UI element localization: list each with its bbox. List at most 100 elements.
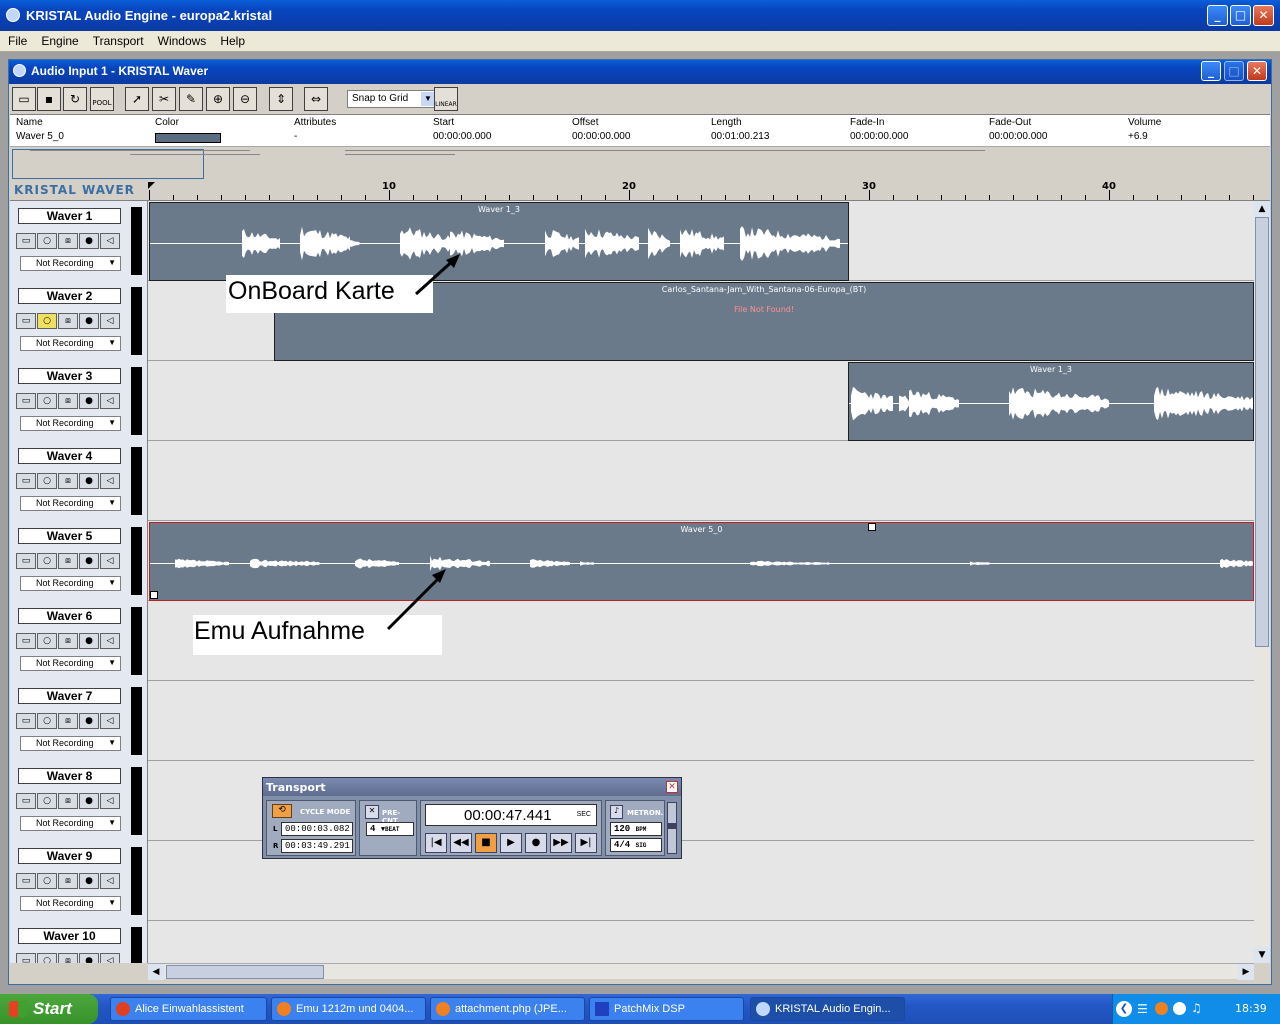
audio-clip[interactable]: Waver 1_3 xyxy=(149,202,849,281)
tempo-field[interactable]: 120 BPM xyxy=(610,822,662,836)
menu-help[interactable]: Help xyxy=(212,31,251,48)
track-fx-icon[interactable]: ⧈ xyxy=(58,713,78,729)
time-display[interactable]: 00:00:47.441 SEC xyxy=(425,804,597,826)
recording-status-select[interactable]: Not Recording ▼ xyxy=(20,656,121,671)
track-name[interactable]: Waver 10 xyxy=(18,928,121,944)
cycle-right-field[interactable]: 00:03:49.291 xyxy=(281,839,353,853)
go-to-end-icon[interactable]: ▶| xyxy=(575,833,597,853)
task-firefox-emu[interactable]: Emu 1212m und 0404... xyxy=(271,997,426,1021)
track-fx-icon[interactable]: ⧈ xyxy=(58,953,78,963)
track-monitor-icon[interactable]: ○ xyxy=(37,553,57,569)
linear-button[interactable]: LINEAR xyxy=(434,87,458,111)
track-monitor-icon[interactable]: ○ xyxy=(37,473,57,489)
task-firefox-attachment[interactable]: attachment.php (JPE... xyxy=(430,997,585,1021)
recording-status-select[interactable]: Not Recording ▼ xyxy=(20,576,121,591)
track-name[interactable]: Waver 9 xyxy=(18,848,121,864)
rewind-icon[interactable]: ◀◀ xyxy=(450,833,472,853)
open-folder-icon[interactable]: ▭ xyxy=(12,87,36,111)
scroll-left-icon[interactable]: ◀ xyxy=(148,964,164,980)
track-record-arm-icon[interactable]: ● xyxy=(79,633,99,649)
track-record-arm-icon[interactable]: ● xyxy=(79,313,99,329)
scroll-down-icon[interactable]: ▼ xyxy=(1254,947,1270,963)
track-fx-icon[interactable]: ⧈ xyxy=(58,793,78,809)
horizontal-scrollbar[interactable]: ◀ ▶ xyxy=(148,963,1254,980)
tray-firefox-icon[interactable] xyxy=(1155,1002,1168,1015)
scroll-up-icon[interactable]: ▲ xyxy=(1254,201,1270,217)
recording-status-select[interactable]: Not Recording ▼ xyxy=(20,416,121,431)
track-speaker-icon[interactable]: ◁ xyxy=(100,313,120,329)
pointer-icon[interactable]: ➚ xyxy=(125,87,149,111)
track-fx-icon[interactable]: ⧈ xyxy=(58,553,78,569)
track-fx-icon[interactable]: ⧈ xyxy=(58,633,78,649)
track-monitor-icon[interactable]: ○ xyxy=(37,233,57,249)
track-row[interactable]: Waver 10▭○⧈●◁Not Recording▼ xyxy=(10,921,1254,963)
track-speaker-icon[interactable]: ◁ xyxy=(100,473,120,489)
track-record-arm-icon[interactable]: ● xyxy=(79,873,99,889)
zoom-out-icon[interactable]: ⊖ xyxy=(233,87,257,111)
track-input-icon[interactable]: ▭ xyxy=(16,873,36,889)
track-name[interactable]: Waver 7 xyxy=(18,688,121,704)
signature-field[interactable]: 4/4 SIG xyxy=(610,838,662,852)
snap-select[interactable]: Snap to Grid ▼ xyxy=(347,90,437,108)
track-record-arm-icon[interactable]: ● xyxy=(79,233,99,249)
task-kristal[interactable]: KRISTAL Audio Engin... xyxy=(750,997,905,1021)
play-icon[interactable]: ▶ xyxy=(500,833,522,853)
go-to-start-icon[interactable]: |◀ xyxy=(425,833,447,853)
overview-strip[interactable] xyxy=(10,146,1270,180)
vertical-scrollbar[interactable]: ▲ ▼ xyxy=(1254,201,1270,963)
track-input-icon[interactable]: ▭ xyxy=(16,793,36,809)
pool-button[interactable]: POOL xyxy=(90,87,114,111)
track-input-icon[interactable]: ▭ xyxy=(16,393,36,409)
scissors-icon[interactable]: ✂ xyxy=(152,87,176,111)
track-speaker-icon[interactable]: ◁ xyxy=(100,873,120,889)
child-maximize-button[interactable]: □ xyxy=(1224,61,1244,81)
track-record-arm-icon[interactable]: ● xyxy=(79,953,99,963)
transport-close-icon[interactable]: ✕ xyxy=(666,781,678,793)
track-name[interactable]: Waver 3 xyxy=(18,368,121,384)
track-monitor-icon[interactable]: ○ xyxy=(37,873,57,889)
start-button[interactable]: Start xyxy=(0,994,98,1024)
fast-forward-icon[interactable]: ▶▶ xyxy=(550,833,572,853)
tray-network-icon[interactable]: ☰ xyxy=(1137,1002,1148,1016)
clip-color-swatch[interactable] xyxy=(155,133,221,143)
record-icon[interactable]: ● xyxy=(525,833,547,853)
vertical-scroll-thumb[interactable] xyxy=(1255,217,1269,647)
refresh-icon[interactable]: ↻ xyxy=(63,87,87,111)
track-name[interactable]: Waver 2 xyxy=(18,288,121,304)
child-close-button[interactable]: ✕ xyxy=(1247,61,1267,81)
track-fx-icon[interactable]: ⧈ xyxy=(58,233,78,249)
track-name[interactable]: Waver 4 xyxy=(18,448,121,464)
split-icon[interactable]: ⇕ xyxy=(269,87,293,111)
track-input-icon[interactable]: ▭ xyxy=(16,953,36,963)
clock[interactable]: 18:39 xyxy=(1235,1002,1267,1015)
recording-status-select[interactable]: Not Recording ▼ xyxy=(20,816,121,831)
zoom-in-icon[interactable]: ⊕ xyxy=(206,87,230,111)
track-record-arm-icon[interactable]: ● xyxy=(79,713,99,729)
tray-app-icon[interactable] xyxy=(1173,1002,1186,1015)
precount-beats-field[interactable]: 4 ▼BEAT xyxy=(366,822,414,836)
child-titlebar[interactable]: Audio Input 1 - KRISTAL Waver _ □ ✕ xyxy=(9,60,1271,84)
minimize-button[interactable]: _ xyxy=(1207,5,1228,26)
track-monitor-icon[interactable]: ○ xyxy=(37,953,57,963)
snap-icon[interactable]: ⇔ xyxy=(304,87,328,111)
tray-speaker-icon[interactable]: ♫ xyxy=(1191,1001,1202,1015)
recording-status-select[interactable]: Not Recording ▼ xyxy=(20,736,121,751)
track-input-icon[interactable]: ▭ xyxy=(16,713,36,729)
timeline-ruler[interactable]: KRISTAL WAVER 10 20 30 40 xyxy=(10,180,1270,201)
task-patchmix[interactable]: PatchMix DSP xyxy=(589,997,744,1021)
recording-status-select[interactable]: Not Recording ▼ xyxy=(20,896,121,911)
tray-arrow-icon[interactable]: ❮ xyxy=(1116,1001,1132,1017)
child-minimize-button[interactable]: _ xyxy=(1201,61,1221,81)
track-name[interactable]: Waver 8 xyxy=(18,768,121,784)
transport-slider[interactable] xyxy=(667,802,677,854)
track-input-icon[interactable]: ▭ xyxy=(16,473,36,489)
precount-toggle-icon[interactable]: ✕ xyxy=(365,805,379,819)
track-input-icon[interactable]: ▭ xyxy=(16,633,36,649)
audio-clip[interactable]: Waver 1_3 xyxy=(848,362,1254,441)
transport-panel[interactable]: Transport ✕ ⟲ CYCLE MODE L 00:00:03.082 R… xyxy=(262,777,682,859)
track-fx-icon[interactable]: ⧈ xyxy=(58,873,78,889)
track-name[interactable]: Waver 1 xyxy=(18,208,121,224)
clip-name-value[interactable]: Waver 5_0 xyxy=(16,131,64,145)
stop-icon[interactable]: ■ xyxy=(475,833,497,853)
scroll-right-icon[interactable]: ▶ xyxy=(1238,964,1254,980)
